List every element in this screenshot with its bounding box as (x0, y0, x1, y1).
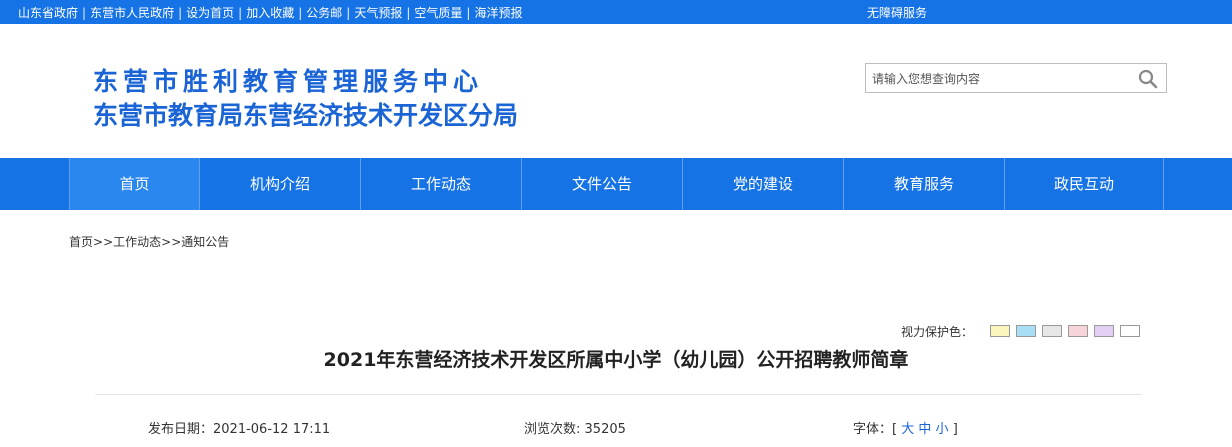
nav-item-work-news[interactable]: 工作动态 (360, 158, 521, 210)
top-link-separator: | (346, 6, 351, 20)
top-link-separator: | (238, 6, 243, 20)
top-link-separator: | (82, 6, 87, 20)
top-link-ocean-forecast[interactable]: 海洋预报 (474, 6, 522, 20)
search-box (865, 63, 1167, 93)
color-swatch-gray[interactable] (1042, 325, 1062, 337)
top-link-separator: | (178, 6, 183, 20)
color-swatch-yellow[interactable] (990, 325, 1010, 337)
nav-item-about[interactable]: 机构介绍 (199, 158, 360, 210)
nav-item-interaction[interactable]: 政民互动 (1004, 158, 1164, 210)
site-header: 东营市胜利教育管理服务中心 东营市教育局东营经济技术开发区分局 (0, 24, 1232, 158)
top-link-dongying-gov[interactable]: 东营市人民政府 (90, 6, 174, 20)
font-size-label: 字体： (853, 422, 893, 437)
breadcrumb-separator: >> (161, 235, 182, 249)
publish-date-value: 2021-06-12 17:11 (213, 422, 331, 437)
font-bracket-close: ] (952, 422, 958, 437)
color-swatch-pink[interactable] (1068, 325, 1088, 337)
font-size-medium-link[interactable]: 中 (918, 422, 931, 437)
top-links: 山东省政府 | 东营市人民政府 | 设为首页 | 加入收藏 | 公务邮 | 天气预报 | 空气质量 | 海洋… (18, 4, 522, 21)
top-link-separator: | (466, 6, 471, 20)
view-count-value: 35205 (584, 422, 626, 437)
color-swatch-purple[interactable] (1094, 325, 1114, 337)
publish-date-label: 发布日期： (148, 422, 214, 437)
font-bracket-open: [ (892, 422, 898, 437)
top-link-separator: | (406, 6, 411, 20)
article-title: 2021年东营经济技术开发区所属中小学（幼儿园）公开招聘教师简章 (323, 349, 909, 371)
top-link-separator: | (298, 6, 303, 20)
top-link-set-homepage[interactable]: 设为首页 (186, 6, 234, 20)
nav-item-home[interactable]: 首页 (69, 158, 199, 210)
color-swatch-blue[interactable] (1016, 325, 1036, 337)
site-title-line2: 东营市教育局东营经济技术开发区分局 (93, 101, 519, 130)
site-title-line1: 东营市胜利教育管理服务中心 (93, 67, 484, 96)
publish-date: 发布日期：2021-06-12 17:11 (148, 418, 330, 437)
title-divider (95, 394, 1141, 395)
top-utility-bar: 山东省政府 | 东营市人民政府 | 设为首页 | 加入收藏 | 公务邮 | 天气预报 | 空气质量 | 海洋… (0, 0, 1232, 24)
nav-item-documents[interactable]: 文件公告 (521, 158, 682, 210)
breadcrumb-home[interactable]: 首页 (69, 235, 93, 249)
font-size-large-link[interactable]: 大 (901, 422, 914, 437)
view-count-label: 浏览次数: (524, 422, 581, 437)
breadcrumb-work-news[interactable]: 工作动态 (113, 235, 161, 249)
search-input[interactable] (872, 70, 1127, 88)
vision-protection-label: 视力保护色： (901, 325, 974, 339)
search-icon[interactable] (1138, 69, 1158, 89)
top-link-shandong-gov[interactable]: 山东省政府 (18, 6, 78, 20)
breadcrumb: 首页>>工作动态>>通知公告 (69, 233, 229, 250)
breadcrumb-separator: >> (93, 235, 114, 249)
color-swatch-white[interactable] (1120, 325, 1140, 337)
accessibility-link[interactable]: 无障碍服务 (867, 4, 927, 21)
font-size-controls: 字体：[ 大 中 小 ] (853, 418, 958, 437)
view-count: 浏览次数: 35205 (524, 418, 626, 437)
breadcrumb-notices[interactable]: 通知公告 (181, 235, 229, 249)
nav-item-party-building[interactable]: 党的建设 (682, 158, 843, 210)
font-size-small-link[interactable]: 小 (936, 422, 949, 437)
main-nav: 首页 机构介绍 工作动态 文件公告 党的建设 教育服务 政民互动 (0, 158, 1232, 210)
top-link-add-favorite[interactable]: 加入收藏 (246, 6, 294, 20)
top-link-official-mail[interactable]: 公务邮 (306, 6, 342, 20)
nav-item-education-services[interactable]: 教育服务 (843, 158, 1004, 210)
top-link-weather[interactable]: 天气预报 (354, 6, 402, 20)
top-link-air-quality[interactable]: 空气质量 (414, 6, 462, 20)
